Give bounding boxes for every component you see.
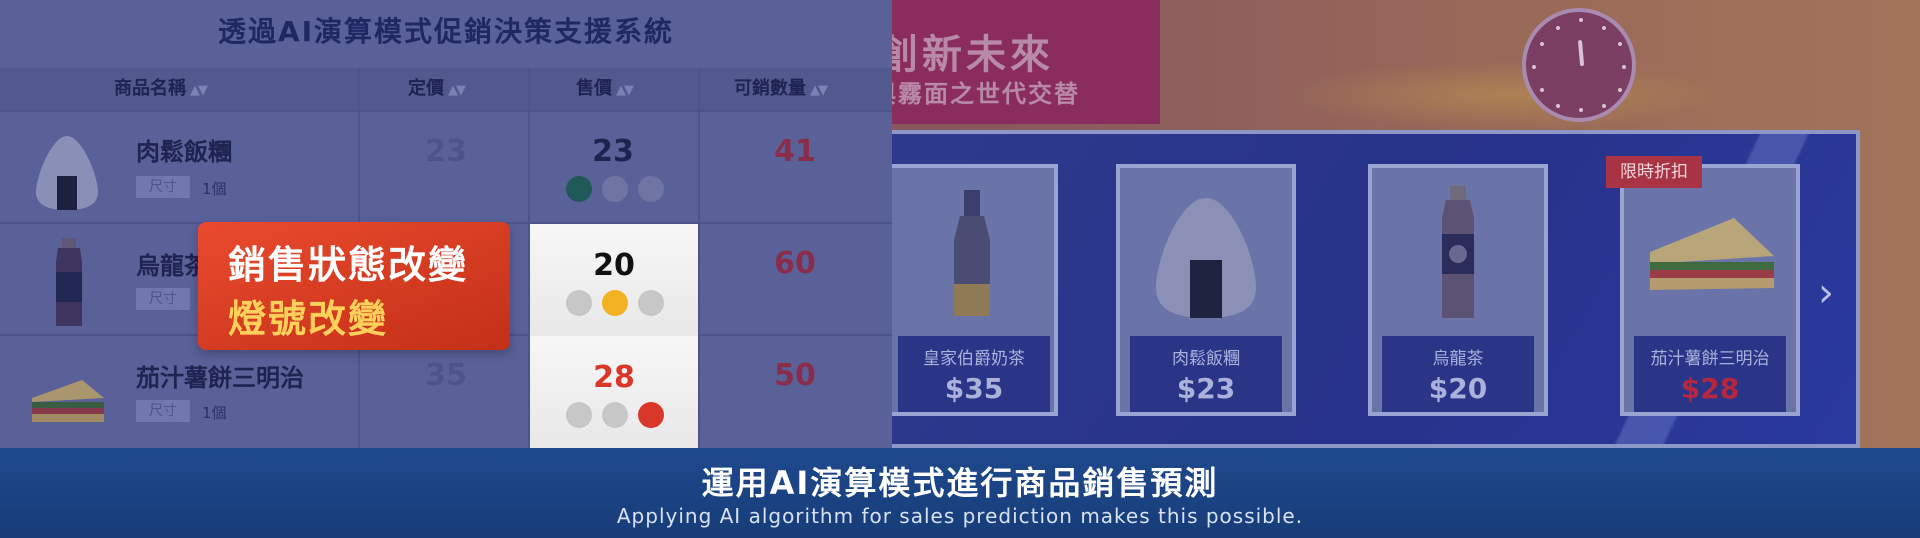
product-name: 肉鬆飯糰 <box>136 138 232 166</box>
sort-icon[interactable]: ▲▼ <box>448 83 466 98</box>
sell-price: 28 <box>593 360 635 395</box>
product-price: $28 <box>1680 372 1740 405</box>
subtitle-chinese: 運用AI演算模式進行商品銷售預測 <box>701 464 1219 502</box>
size-badge: 尺寸 <box>136 400 190 422</box>
size-badge: 尺寸 <box>136 176 190 198</box>
table-title: 透過AI演算模式促銷決策支援系統 <box>217 15 675 48</box>
product-display-panel: 皇家伯爵奶茶 $35 肉鬆飯糰 $23 烏龍茶 $20 茄汁薯餅三明治 $28 <box>880 130 1860 448</box>
green-light <box>566 402 592 428</box>
list-price: 23 <box>425 134 467 169</box>
product-name: 烏龍茶 <box>1432 349 1484 369</box>
table-row[interactable]: 茄汁薯餅三明治 尺寸 1個 35 50 <box>0 334 892 446</box>
sandwich-icon <box>32 380 104 422</box>
sort-icon[interactable]: ▲▼ <box>616 83 634 98</box>
product-card[interactable]: 茄汁薯餅三明治 $28 <box>1620 164 1800 416</box>
subtitle-bar: 運用AI演算模式進行商品銷售預測 Applying AI algorithm f… <box>0 448 1920 538</box>
sort-icon[interactable]: ▲▼ <box>190 83 208 98</box>
banner-subtitle: 與霧面之世代交替 <box>872 80 1080 108</box>
sale-tag: 限時折扣 <box>1606 156 1702 188</box>
product-price: $20 <box>1428 372 1488 405</box>
quantity: 60 <box>774 246 816 281</box>
onigiri-icon <box>36 136 98 210</box>
highlighted-price-cell[interactable]: 20 <box>530 224 698 336</box>
yellow-light <box>602 176 628 202</box>
onigiri-icon <box>1120 168 1292 336</box>
list-price: 35 <box>425 358 467 393</box>
unit-label: 1個 <box>202 180 227 198</box>
yellow-light <box>602 290 628 316</box>
sell-price: 23 <box>592 134 634 169</box>
size-badge: 尺寸 <box>136 288 190 310</box>
unit-label: 1個 <box>202 404 227 422</box>
decision-support-table: 透過AI演算模式促銷決策支援系統 商品名稱 ▲▼ 定價 ▲▼ 售價 ▲▼ 可銷數量 ▲▼… <box>0 0 892 448</box>
status-lights <box>566 176 664 202</box>
column-header-list-price[interactable]: 定價 ▲▼ <box>408 68 466 110</box>
status-change-callout: 銷售狀態改變 燈號改變 <box>198 222 510 350</box>
product-name: 茄汁薯餅三明治 <box>1650 349 1770 369</box>
product-name: 茄汁薯餅三明治 <box>136 364 304 392</box>
clock-icon <box>1522 8 1636 122</box>
table-row[interactable]: 肉鬆飯糰 尺寸 1個 23 23 41 <box>0 110 892 222</box>
next-arrow-icon[interactable]: › <box>1818 270 1834 316</box>
quantity: 50 <box>774 358 816 393</box>
tea-bottle-icon <box>56 238 82 326</box>
green-light <box>566 290 592 316</box>
product-name: 肉鬆飯糰 <box>1172 349 1240 369</box>
callout-line-1: 銷售狀態改變 <box>228 243 469 287</box>
red-light <box>638 402 664 428</box>
tea-bottle-icon <box>1372 168 1544 336</box>
column-header-quantity[interactable]: 可銷數量 ▲▼ <box>734 68 828 110</box>
sort-icon[interactable]: ▲▼ <box>810 83 828 98</box>
table-header: 商品名稱 ▲▼ 定價 ▲▼ 售價 ▲▼ 可銷數量 ▲▼ <box>0 68 892 110</box>
product-price: $35 <box>944 372 1004 405</box>
product-card[interactable]: 烏龍茶 $20 <box>1368 164 1548 416</box>
red-light <box>638 290 664 316</box>
yellow-light <box>602 402 628 428</box>
banner-title: 創新未來 <box>878 32 1054 78</box>
wall-light <box>1280 60 1740 130</box>
column-header-sell-price[interactable]: 售價 ▲▼ <box>576 68 634 110</box>
product-price: $23 <box>1176 372 1236 405</box>
callout-line-2: 燈號改變 <box>228 297 389 341</box>
status-lights <box>566 402 664 428</box>
sandwich-icon <box>1624 168 1796 336</box>
subtitle-english: Applying AI algorithm for sales predicti… <box>616 504 1304 528</box>
status-lights <box>566 290 664 316</box>
highlighted-price-cell[interactable]: 28 <box>530 336 698 448</box>
quantity: 41 <box>774 134 816 169</box>
green-light <box>566 176 592 202</box>
column-header-name[interactable]: 商品名稱 ▲▼ <box>114 68 208 110</box>
bottle-icon <box>888 168 1060 336</box>
red-light <box>638 176 664 202</box>
sell-price: 20 <box>593 248 635 283</box>
product-name: 皇家伯爵奶茶 <box>923 349 1025 369</box>
product-card[interactable]: 肉鬆飯糰 $23 <box>1116 164 1296 416</box>
product-card[interactable]: 皇家伯爵奶茶 $35 <box>884 164 1058 416</box>
